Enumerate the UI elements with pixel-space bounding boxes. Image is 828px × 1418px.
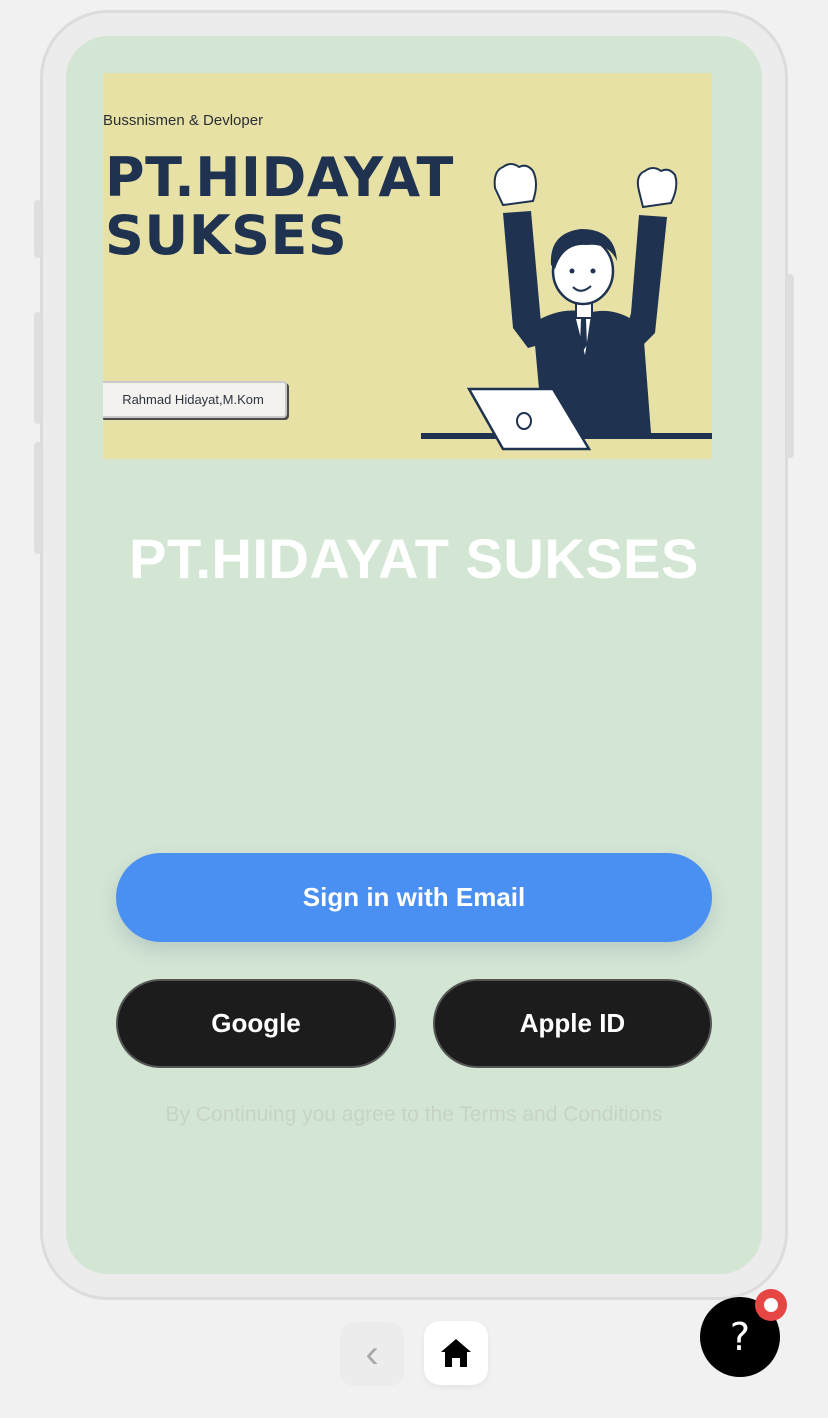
author-tag: Rahmad Hidayat,M.Kom: [103, 381, 287, 418]
banner-subtitle: Bussnismen & Devloper: [103, 112, 264, 129]
phone-side-button: [34, 200, 42, 258]
notification-badge-icon: [755, 1289, 787, 1321]
banner-title: PT.HIDAYAT SUKSES: [105, 149, 454, 265]
phone-power-button: [786, 274, 794, 458]
phone-volume-up: [34, 312, 42, 424]
google-sign-in-button[interactable]: Google: [116, 979, 396, 1068]
hero-banner: Bussnismen & Devloper PT.HIDAYAT SUKSES …: [103, 73, 712, 459]
terms-text: By Continuing you agree to the Terms and…: [165, 1103, 663, 1126]
banner-title-line1: PT.HIDAYAT: [105, 146, 454, 209]
banner-title-line2: SUKSES: [105, 204, 348, 267]
chevron-left-icon: ‹: [365, 1331, 379, 1376]
app-title: PT.HIDAYAT SUKSES: [129, 527, 699, 590]
sign-in-email-button[interactable]: Sign in with Email: [116, 853, 712, 942]
app-screen: Bussnismen & Devloper PT.HIDAYAT SUKSES …: [66, 36, 762, 1274]
phone-volume-down: [34, 442, 42, 554]
home-nav-button[interactable]: [424, 1321, 488, 1385]
home-icon: [441, 1339, 471, 1367]
businessman-laptop-illustration: [421, 163, 712, 451]
back-nav-button[interactable]: ‹: [340, 1322, 404, 1386]
apple-id-sign-in-button[interactable]: Apple ID: [433, 979, 712, 1068]
question-icon: ?: [729, 1315, 751, 1359]
